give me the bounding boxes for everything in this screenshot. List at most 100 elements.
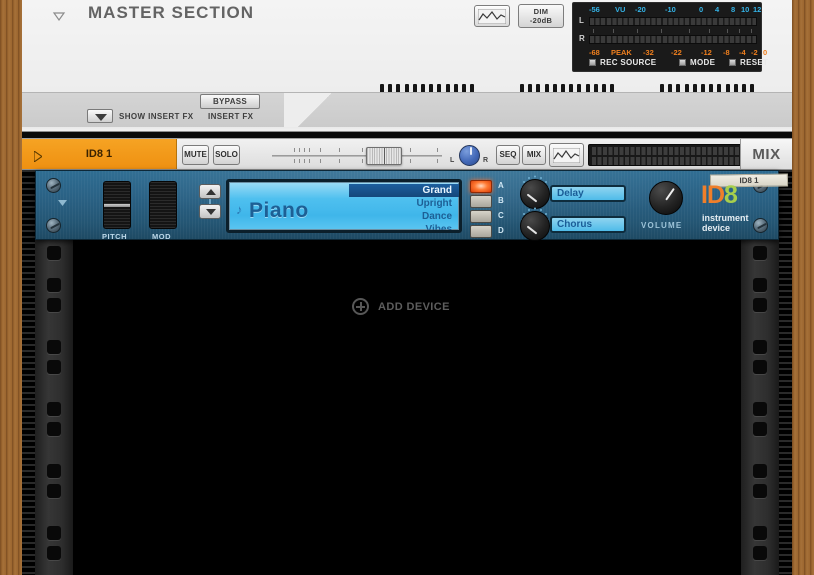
triangle-up-icon[interactable] [199, 184, 221, 199]
list-item[interactable]: Vibes [349, 223, 459, 230]
list-item[interactable]: Upright [349, 197, 459, 210]
list-item[interactable]: Grand [349, 184, 459, 197]
insert-fx-label: INSERT FX [208, 112, 254, 121]
vu-top-2: -20 [635, 5, 646, 14]
vu-channel-right-label: R [579, 34, 585, 43]
vu-top-0: -56 [589, 5, 600, 14]
vu-scale-top: -56 VU -20 -10 0 4 8 10 12 [573, 5, 761, 16]
preset-list[interactable]: Grand Upright Dance Vibes [349, 184, 459, 230]
volume-knob[interactable] [649, 181, 683, 215]
vu-bar-right [589, 35, 757, 44]
mod-wheel[interactable] [149, 181, 177, 229]
music-note-icon: ♪ [236, 202, 243, 217]
screw-icon [46, 218, 61, 233]
bank-selector: A B C D [470, 180, 510, 240]
fader-handle[interactable] [366, 147, 402, 165]
bank-row: A [470, 180, 510, 193]
bank-button-c[interactable] [470, 210, 492, 223]
bank-label-d: D [498, 226, 504, 235]
triangle-down-icon[interactable] [58, 193, 67, 211]
bank-row: D [470, 225, 510, 238]
mute-button[interactable]: MUTE [182, 145, 209, 165]
fader-track [272, 155, 442, 157]
dim-button[interactable]: DIM -20dB [518, 4, 564, 28]
pan-knob[interactable] [459, 145, 480, 166]
list-item[interactable]: Dance [349, 210, 459, 223]
bank-button-b[interactable] [470, 195, 492, 208]
vu-top-6: 8 [731, 5, 736, 14]
bank-label-c: C [498, 211, 504, 220]
vu-top-1: VU [615, 5, 626, 14]
vu-bot-1: PEAK [611, 48, 632, 57]
vu-bot-6: -4 [739, 48, 746, 57]
fx-slot-1[interactable]: Delay [550, 185, 626, 202]
fader-ticks-bottom [272, 159, 442, 164]
fader-ticks-top [272, 148, 442, 153]
vu-top-4: 0 [699, 5, 704, 14]
fx-slot-2[interactable]: Chorus [550, 216, 626, 233]
mix-button[interactable]: MIX [522, 145, 546, 165]
triangle-down-icon[interactable] [52, 10, 66, 22]
bank-button-d[interactable] [470, 225, 492, 238]
checkbox-box [679, 59, 686, 66]
vu-bot-4: -12 [701, 48, 712, 57]
wood-panel-left [0, 0, 22, 575]
vu-meter[interactable]: -56 VU -20 -10 0 4 8 10 12 L R -68 PEAK … [572, 2, 768, 72]
bar-notch [284, 93, 344, 128]
waveform-icon[interactable] [474, 5, 510, 27]
vu-bot-3: -22 [671, 48, 682, 57]
volume-fader[interactable] [270, 145, 445, 166]
pan-left-label: L [450, 157, 455, 164]
id8-logo: ID8 [701, 181, 738, 209]
add-device-button[interactable]: ADD DEVICE [352, 298, 450, 315]
vu-bot-5: -8 [723, 48, 730, 57]
instrument-name: Piano [249, 199, 309, 222]
track-level-meter [588, 144, 762, 166]
triangle-down-icon[interactable] [87, 109, 113, 123]
fx-knob-2[interactable] [520, 211, 550, 241]
waveform-icon[interactable] [549, 143, 584, 167]
id8-instrument-device[interactable]: PITCH MOD ♪ Piano Grand Upright Dance Vi… [35, 170, 789, 241]
bank-label-a: A [498, 181, 504, 190]
vu-bot-2: -32 [643, 48, 654, 57]
wood-panel-right [792, 0, 814, 575]
vu-top-8: 12 [753, 5, 762, 14]
pitch-wheel[interactable] [103, 181, 131, 229]
device-rack: PITCH MOD ♪ Piano Grand Upright Dance Vi… [22, 170, 792, 575]
track-name-label: ID8 1 [85, 148, 113, 160]
mode-label: MODE [690, 58, 716, 67]
fx-knob-1[interactable] [520, 179, 550, 209]
vu-tick-row [589, 29, 757, 34]
checkbox-box [729, 59, 736, 66]
mix-tab[interactable]: MIX [740, 139, 792, 169]
bank-label-b: B [498, 196, 504, 205]
vu-bar-left [589, 17, 757, 26]
bypass-button[interactable]: BYPASS [200, 94, 260, 109]
show-insert-fx-label: SHOW INSERT FX [119, 112, 194, 121]
checkbox-box [589, 59, 596, 66]
bank-row: C [470, 210, 510, 223]
mod-label: MOD [152, 232, 171, 241]
logo-eight-text: 8 [724, 181, 738, 209]
mode-checkbox[interactable]: MODE [679, 58, 715, 67]
track-header[interactable]: ID8 1 [22, 139, 177, 169]
screw-icon [46, 178, 61, 193]
logo-id-text: ID [701, 181, 725, 209]
triangle-down-icon[interactable] [199, 204, 221, 219]
reset-label: RESET [740, 58, 769, 67]
lcd-display[interactable]: ♪ Piano Grand Upright Dance Vibes [226, 179, 462, 233]
solo-button[interactable]: SOLO [213, 145, 240, 165]
vu-bot-8: 0 [763, 48, 768, 57]
seq-button[interactable]: SEQ [496, 145, 520, 165]
bank-button-a[interactable] [470, 180, 492, 193]
application-window: MASTER SECTION DIM -20dB -56 VU -20 -10 [0, 0, 814, 575]
reset-checkbox[interactable]: RESET [729, 58, 768, 67]
master-section-faceplate: MASTER SECTION DIM -20dB -56 VU -20 -10 [22, 0, 792, 110]
pitch-label: PITCH [102, 232, 127, 241]
pan-right-label: R [483, 157, 489, 164]
vu-top-7: 10 [741, 5, 750, 14]
rack-ruler-right [779, 170, 792, 575]
plus-circle-icon [352, 298, 369, 315]
rec-source-checkbox[interactable]: REC SOURCE [589, 58, 656, 67]
vu-channel-left-label: L [579, 16, 584, 25]
